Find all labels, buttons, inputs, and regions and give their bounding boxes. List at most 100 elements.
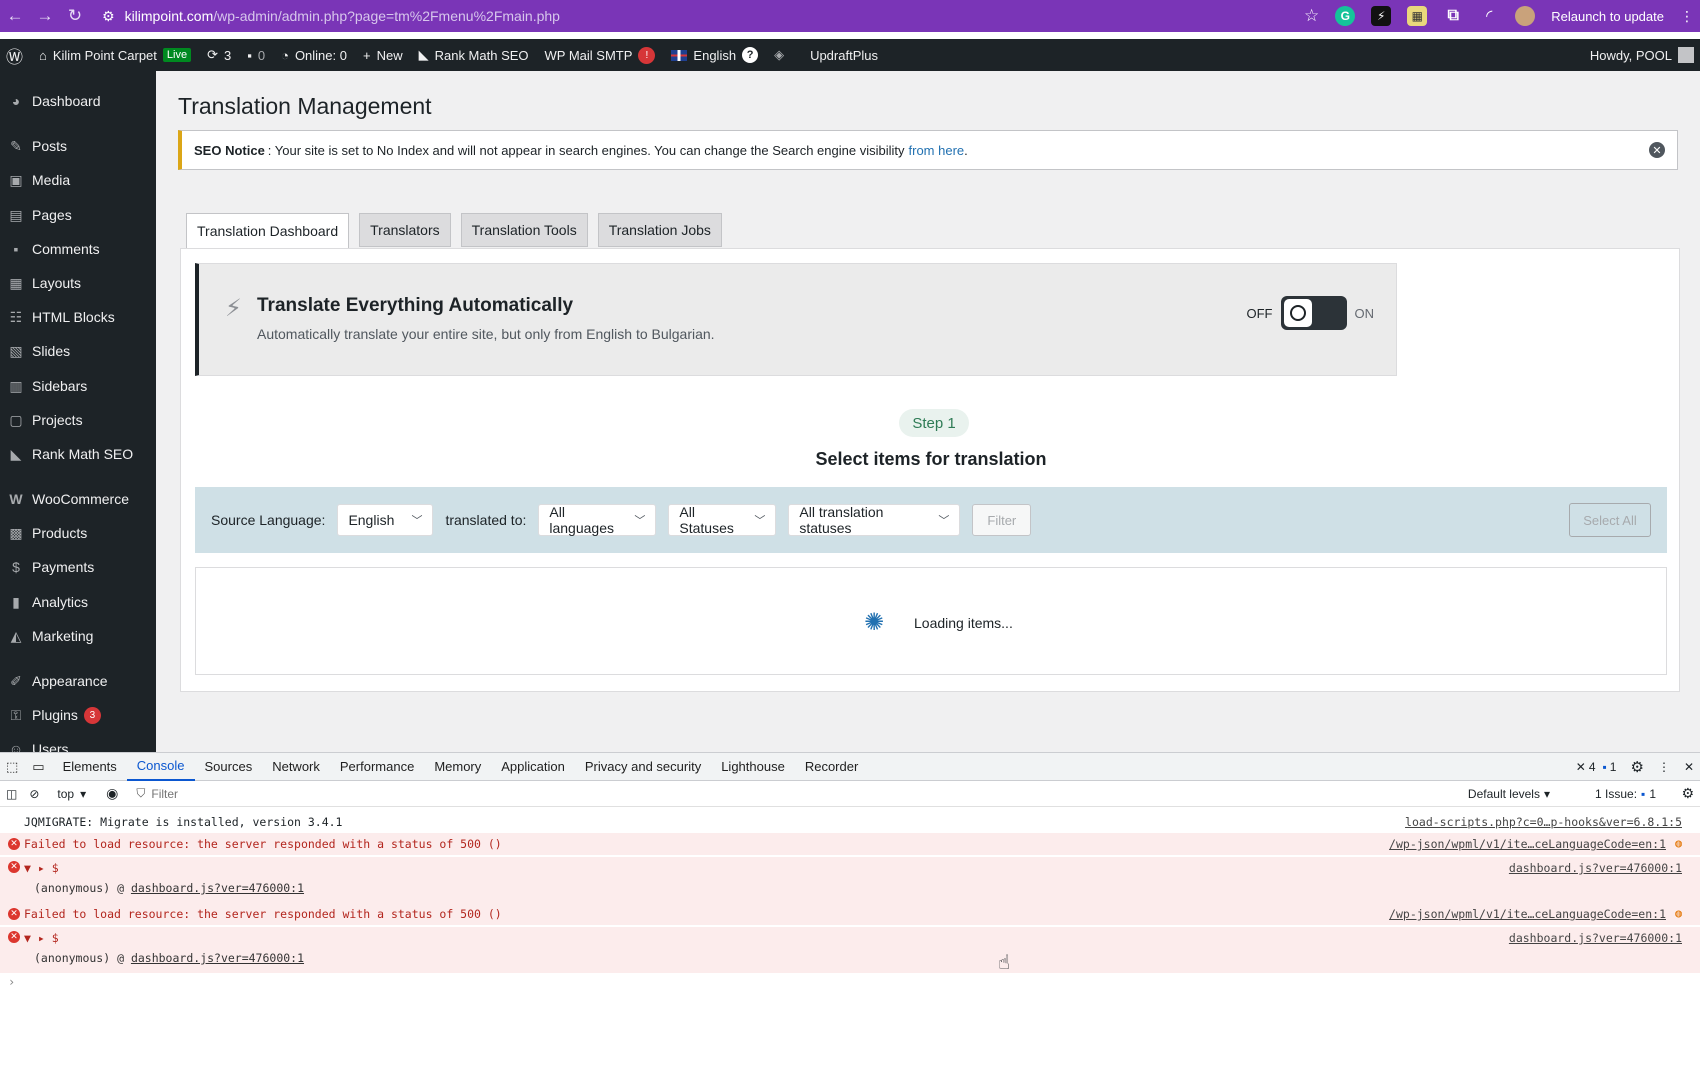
select-all-button[interactable]: Select All — [1569, 503, 1651, 537]
devtools-tab-sources[interactable]: Sources — [195, 753, 263, 781]
browser-menu-icon[interactable]: ⋮ — [1680, 8, 1694, 25]
console-error-row: ✕ Failed to load resource: the server re… — [0, 903, 1700, 925]
relaunch-button[interactable]: Relaunch to update — [1551, 9, 1664, 24]
address-bar[interactable]: ⚙ kilimpoint.com/wp-admin/admin.php?page… — [102, 8, 560, 25]
sidebar-item-slides[interactable]: ▧ Slides — [0, 336, 156, 366]
console-settings-icon[interactable]: ⚙ — [1681, 785, 1694, 802]
device-toolbar-icon[interactable]: ▭ — [24, 753, 52, 781]
extensions-puzzle-icon[interactable]: ⧉ — [1443, 6, 1463, 26]
devtools-tab-performance[interactable]: Performance — [330, 753, 424, 781]
tab-translators[interactable]: Translators — [359, 213, 451, 247]
wp-mail-smtp-link[interactable]: WP Mail SMTP! — [545, 46, 656, 64]
close-devtools-icon[interactable]: ✕ — [1684, 760, 1694, 774]
wordpress-logo-icon[interactable]: Ⓦ — [6, 43, 23, 68]
devtools-tab-console[interactable]: Console — [126, 753, 195, 781]
filter-bar: Source Language: English ﹀ translated to:… — [195, 487, 1667, 553]
devtools-tab-application[interactable]: Application — [491, 753, 575, 781]
updraftplus-link[interactable]: UpdraftPlus — [810, 48, 878, 63]
log-source-link[interactable]: load-scripts.php?c=0…p-hooks&ver=6.8.1:5 — [1405, 815, 1682, 829]
sidebar-item-pages[interactable]: ▤ Pages — [0, 200, 156, 230]
sidebar-item-dashboard[interactable]: ◕ Dashboard — [0, 86, 156, 116]
tab-translation-tools[interactable]: Translation Tools — [460, 213, 588, 247]
comments-link[interactable]: ▪ 0 — [247, 48, 265, 63]
extension-game-icon[interactable]: ▦ — [1407, 6, 1428, 26]
sidebar-item-analytics[interactable]: ▮ Analytics — [0, 587, 156, 617]
log-source-link[interactable]: /wp-json/wpml/v1/ite…ceLanguageCode=en:1 — [1389, 837, 1666, 851]
site-info-icon[interactable]: ⚙ — [102, 8, 115, 25]
devtools-tab-network[interactable]: Network — [262, 753, 330, 781]
devtools-tab-recorder[interactable]: Recorder — [795, 753, 868, 781]
auto-translate-subtitle: Automatically translate your entire site… — [257, 326, 715, 342]
stack-frame-link[interactable]: dashboard.js?ver=476000:1 — [131, 951, 304, 965]
log-levels-select[interactable]: Default levels ▾ — [1468, 787, 1550, 801]
sidebar-item-html-blocks[interactable]: ☷ HTML Blocks — [0, 302, 156, 332]
console-filter-input[interactable] — [151, 786, 1352, 801]
tab-translation-dashboard[interactable]: Translation Dashboard — [186, 213, 350, 249]
updates-link[interactable]: ⟳ 3 — [207, 47, 231, 63]
inspect-element-icon[interactable]: ⬚ — [0, 753, 24, 781]
eye-icon[interactable]: ◉ — [106, 785, 118, 802]
howdy-account[interactable]: Howdy, POOL — [1590, 47, 1694, 63]
log-source-link[interactable]: /wp-json/wpml/v1/ite…ceLanguageCode=en:1 — [1389, 907, 1666, 921]
settings-gear-icon[interactable]: ⚙ — [1630, 758, 1643, 776]
bookmark-star-icon[interactable]: ☆ — [1304, 6, 1319, 26]
sidebar-item-sidebars[interactable]: ▥ Sidebars — [0, 371, 156, 401]
tab-translation-jobs[interactable]: Translation Jobs — [597, 213, 722, 247]
sidebar-item-layouts[interactable]: ▦ Layouts — [0, 268, 156, 298]
sidebar-item-rank-math[interactable]: ◣ Rank Math SEO — [0, 439, 156, 469]
notice-link[interactable]: from here — [909, 143, 965, 158]
issues-counter[interactable]: 1 Issue: ▪ 1 — [1595, 787, 1656, 801]
step-badge: Step 1 — [899, 409, 969, 437]
context-selector[interactable]: top ▾ — [57, 787, 86, 801]
error-count[interactable]: ✕ 4 ▪ 1 — [1576, 760, 1617, 774]
source-language-select[interactable]: English ﹀ — [337, 504, 434, 536]
devtools-menu-icon[interactable]: ⋮ — [1658, 760, 1670, 774]
devtools-tab-lighthouse[interactable]: Lighthouse — [711, 753, 795, 781]
back-icon[interactable]: ← — [0, 6, 30, 26]
notice-text: : Your site is set to No Index and will … — [267, 142, 905, 158]
log-source-link[interactable]: dashboard.js?ver=476000:1 — [1509, 861, 1682, 875]
seo-notice: SEO Notice : Your site is set to No Inde… — [178, 130, 1678, 170]
console-error-row[interactable]: ✕ ▼ ▸ $ dashboard.js?ver=476000:1 (anony… — [0, 857, 1700, 903]
devtools-tab-elements[interactable]: Elements — [53, 753, 127, 781]
stack-frame-link[interactable]: dashboard.js?ver=476000:1 — [131, 881, 304, 895]
sidebar-item-payments[interactable]: $ Payments — [0, 552, 156, 582]
profile-avatar[interactable] — [1515, 6, 1536, 26]
dismiss-notice-icon[interactable]: ✕ — [1649, 142, 1665, 158]
sidebar-item-projects[interactable]: ▢ Projects — [0, 405, 156, 435]
sidebar-item-products[interactable]: ▩ Products — [0, 518, 156, 548]
sidebar-item-users[interactable]: ☺ Users — [0, 734, 156, 752]
sidebar-toggle-icon[interactable]: ◫ — [6, 787, 17, 801]
sidebar-item-comments[interactable]: ▪ Comments — [0, 234, 156, 264]
filter-button[interactable]: Filter — [972, 504, 1032, 536]
site-name-link[interactable]: ⌂ Kilim Point Carpet Live — [39, 48, 192, 63]
statuses-select[interactable]: All Statuses ﹀ — [668, 504, 777, 536]
forward-icon[interactable]: → — [30, 6, 60, 26]
error-icon: ✕ — [8, 908, 20, 920]
toggle-off-label: OFF — [1246, 305, 1273, 321]
devtools-tab-privacy[interactable]: Privacy and security — [575, 753, 711, 781]
clear-console-icon[interactable]: ⊘ — [29, 787, 39, 801]
translation-statuses-select[interactable]: All translation statuses ﹀ — [788, 504, 961, 536]
reload-icon[interactable]: ↻ — [60, 6, 90, 26]
log-source-link[interactable]: dashboard.js?ver=476000:1 — [1509, 931, 1682, 945]
console-prompt[interactable]: › — [8, 975, 15, 989]
new-content-link[interactable]: + New — [363, 48, 403, 63]
sidebar-item-plugins[interactable]: ⚿ Plugins 3 — [0, 700, 156, 730]
online-users[interactable]: ◔ Online: 0 — [281, 48, 347, 63]
language-switcher[interactable]: English? — [671, 47, 759, 63]
console-error-row[interactable]: ✕ ▼ ▸ $ dashboard.js?ver=476000:1 (anony… — [0, 927, 1700, 973]
sidebar-item-marketing[interactable]: ◭ Marketing — [0, 621, 156, 651]
grammarly-extension-icon[interactable]: G — [1335, 6, 1356, 26]
rank-math-link[interactable]: ◣ Rank Math SEO — [419, 47, 529, 63]
auto-translate-toggle[interactable] — [1280, 296, 1347, 330]
sidebar-item-appearance[interactable]: ✐ Appearance — [0, 666, 156, 696]
sidebar-item-woocommerce[interactable]: W WooCommerce — [0, 484, 156, 514]
smtp-alert-badge: ! — [638, 46, 656, 64]
diamond-icon[interactable]: ◈ — [774, 47, 784, 63]
sidebar-item-media[interactable]: ▣ Media — [0, 165, 156, 195]
extension-bolt-icon[interactable]: ⚡ — [1371, 6, 1392, 26]
sidebar-item-posts[interactable]: ✎ Posts — [0, 131, 156, 161]
target-languages-select[interactable]: All languages ﹀ — [538, 504, 657, 536]
devtools-tab-memory[interactable]: Memory — [424, 753, 491, 781]
